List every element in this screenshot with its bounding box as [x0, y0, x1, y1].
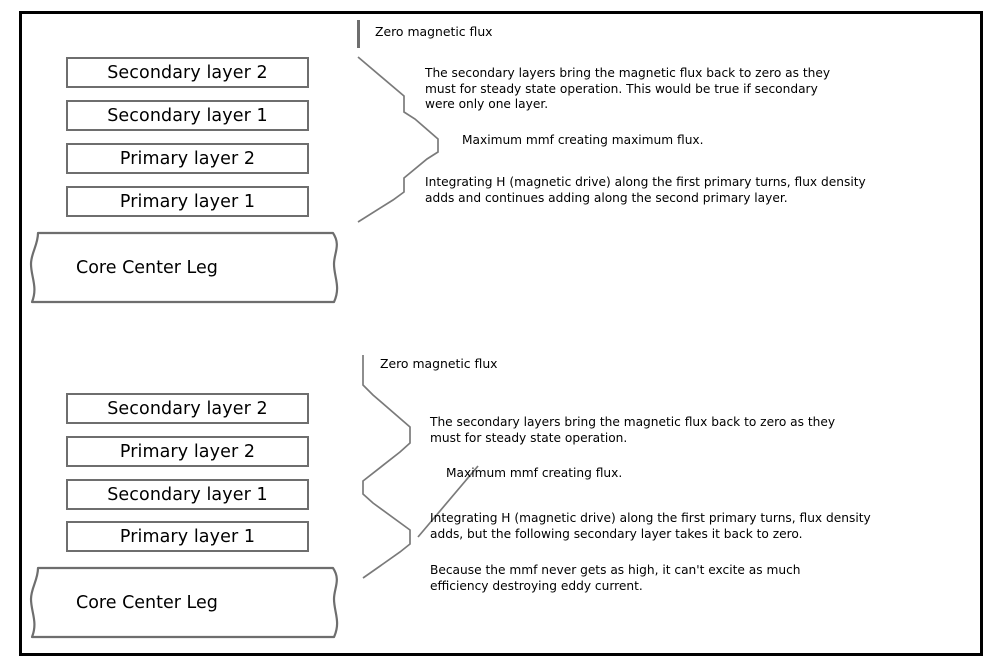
top-layer-box-primary-1: Primary layer 1: [66, 186, 309, 217]
top-annotation-integrating-h: Integrating H (magnetic drive) along the…: [425, 175, 866, 205]
bottom-annotation-zero-flux: Zero magnetic flux: [380, 356, 498, 371]
bottom-annotation-integrating-h: Integrating H (magnetic drive) along the…: [430, 511, 871, 541]
layer-label: Secondary layer 2: [107, 62, 268, 83]
top-layer-box-secondary-1: Secondary layer 1: [66, 100, 309, 131]
core-leg-label: Core Center Leg: [76, 257, 218, 278]
bottom-layer-box-primary-2: Primary layer 2: [66, 436, 309, 467]
layer-label: Secondary layer 1: [107, 484, 268, 505]
bottom-annotation-max-mmf: Maximum mmf creating flux.: [446, 466, 623, 480]
top-zero-flux-tick: [357, 20, 360, 48]
layer-label: Secondary layer 1: [107, 105, 268, 126]
layer-label: Primary layer 1: [119, 526, 256, 547]
bottom-core-center-leg: Core Center Leg: [28, 566, 343, 639]
bottom-annotation-secondary-return: The secondary layers bring the magnetic …: [430, 415, 836, 445]
diagram-canvas: Secondary layer 2 Secondary layer 1 Prim…: [0, 0, 997, 667]
bottom-layer-box-secondary-1: Secondary layer 1: [66, 479, 309, 510]
top-annotation-zero-flux: Zero magnetic flux: [375, 24, 493, 39]
top-layer-box-secondary-2: Secondary layer 2: [66, 57, 309, 88]
top-annotation-secondary-return: The secondary layers bring the magnetic …: [425, 66, 831, 111]
layer-label: Primary layer 2: [119, 441, 256, 462]
bottom-annotation-eddy-current: Because the mmf never gets as high, it c…: [430, 563, 801, 593]
bottom-layer-box-primary-1: Primary layer 1: [66, 521, 309, 552]
core-leg-label: Core Center Leg: [76, 592, 218, 613]
layer-label: Primary layer 1: [119, 191, 256, 212]
layer-label: Secondary layer 2: [107, 398, 268, 419]
top-core-center-leg: Core Center Leg: [28, 231, 343, 304]
layer-label: Primary layer 2: [119, 148, 256, 169]
bottom-layer-box-secondary-2: Secondary layer 2: [66, 393, 309, 424]
top-annotation-max-mmf: Maximum mmf creating maximum flux.: [462, 133, 704, 147]
top-layer-box-primary-2: Primary layer 2: [66, 143, 309, 174]
